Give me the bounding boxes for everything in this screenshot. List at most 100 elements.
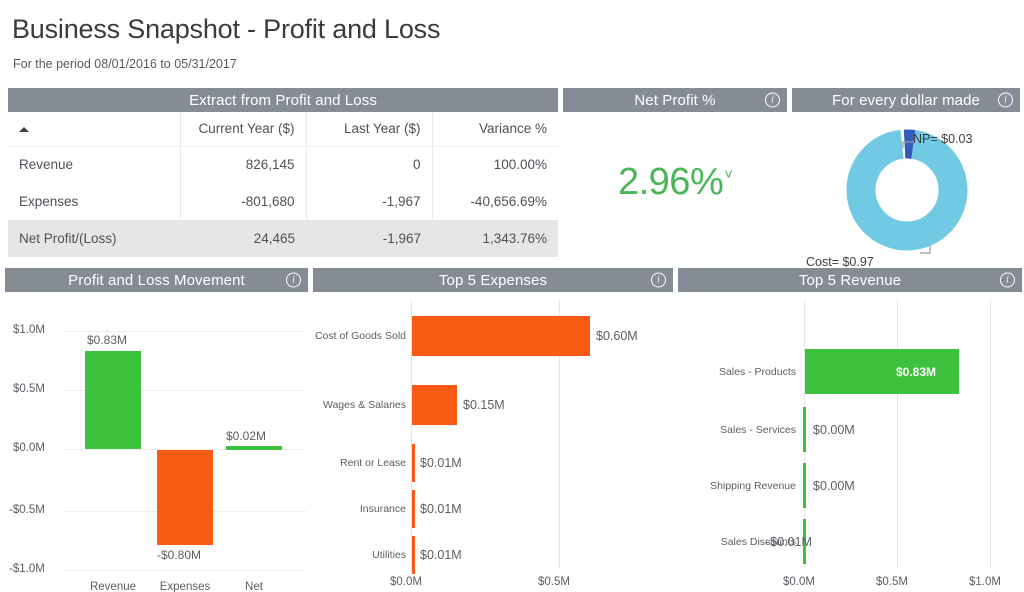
donut-label-np: NP= $0.03 <box>913 132 973 146</box>
bar-data-label: $0.00M <box>813 479 855 493</box>
y-tick-label: -$1.0M <box>9 563 45 575</box>
bar-data-label: $0.60M <box>596 329 638 343</box>
bar-data-label: $0.15M <box>463 398 505 412</box>
cell-last-year: -1,967 <box>306 220 432 257</box>
gridline <box>990 300 991 568</box>
bar-data-label: $0.00M <box>813 423 855 437</box>
top-5-revenue-body: Sales - Products Sales - Services Shippi… <box>678 292 1022 590</box>
x-tick-label: $0.0M <box>390 576 422 588</box>
movement-plot-area[interactable]: $1.0M $0.5M $0.0M -$0.5M -$1.0M $0.83M -… <box>5 292 308 592</box>
bar-revenue[interactable] <box>85 351 141 449</box>
info-icon[interactable]: i <box>998 92 1013 108</box>
table-row-total[interactable]: Net Profit/(Loss) 24,465 -1,967 1,343.76… <box>8 220 558 257</box>
column-header-last-year[interactable]: Last Year ($) <box>305 112 432 147</box>
card-title: Extract from Profit and Loss <box>189 91 377 109</box>
bar-data-label: $0.01M <box>420 548 462 562</box>
cell-last-year: -1,967 <box>305 183 432 220</box>
cell-current-year: -801,680 <box>179 183 306 220</box>
profit-loss-movement-header: Profit and Loss Movement i <box>5 268 308 292</box>
net-profit-percent-card: Net Profit % i 2.96% ˅ <box>563 88 787 252</box>
y-tick-label: $0.0M <box>13 442 45 454</box>
cell-variance: -40,656.69% <box>431 183 558 220</box>
column-header-current-year[interactable]: Current Year ($) <box>179 112 306 147</box>
table-row[interactable]: Expenses -801,680 -1,967 -40,656.69% <box>8 183 558 220</box>
net-profit-percent-body: 2.96% ˅ <box>563 112 787 252</box>
extract-profit-loss-card: Extract from Profit and Loss Current Yea… <box>8 88 558 257</box>
bar-data-label: -$0.80M <box>157 548 202 562</box>
bar-utilities[interactable] <box>412 536 415 574</box>
info-icon[interactable]: i <box>651 272 666 288</box>
top-5-revenue-header: Top 5 Revenue i <box>678 268 1022 292</box>
for-every-dollar-made-body: NP= $0.03 Cost= $0.97 <box>792 112 1020 269</box>
card-title: Top 5 Revenue <box>798 271 902 289</box>
x-tick-label: $0.5M <box>538 576 570 588</box>
row-label: Expenses <box>19 194 79 209</box>
trend-indicator-icon: ˅ <box>724 165 733 183</box>
y-category-label: Wages & Salaries <box>322 399 406 411</box>
donut-chart[interactable] <box>792 112 1020 263</box>
top-5-expenses-card: Top 5 Expenses i Cost of Goods Sold Wage… <box>313 268 673 590</box>
bar-data-label: $0.83M <box>896 365 937 379</box>
profit-loss-movement-card: Profit and Loss Movement i $1.0M $0.5M $… <box>5 268 308 592</box>
bar-data-label: $0.01M <box>420 456 462 470</box>
info-icon[interactable]: i <box>286 272 301 288</box>
cell-variance: 100.00% <box>431 146 558 183</box>
cell-last-year: 0 <box>305 146 432 183</box>
bar-data-label: $0.02M <box>226 429 267 443</box>
column-header-variance[interactable]: Variance % <box>431 112 558 147</box>
gridline <box>63 331 306 332</box>
y-category-label: Sales - Products <box>718 366 796 378</box>
cell-current-year: 826,145 <box>179 146 306 183</box>
bar-data-label: $0.01M <box>420 502 462 516</box>
profit-loss-movement-body: $1.0M $0.5M $0.0M -$0.5M -$1.0M $0.83M -… <box>5 292 308 592</box>
bar-insurance[interactable] <box>412 490 415 528</box>
net-profit-percent-value: 2.96% <box>617 160 724 203</box>
bar-net-profit[interactable] <box>226 446 282 450</box>
info-icon[interactable]: i <box>1000 272 1015 288</box>
extract-profit-loss-body: Current Year ($) Last Year ($) Variance … <box>8 112 558 257</box>
sort-ascending-icon[interactable] <box>19 127 29 133</box>
x-category-label: Net Profit/(Loss) <box>245 581 263 592</box>
bar-shipping-revenue[interactable] <box>803 463 806 508</box>
cell-current-year: 24,465 <box>180 220 306 257</box>
info-icon[interactable]: i <box>765 92 780 108</box>
top-5-expenses-header: Top 5 Expenses i <box>313 268 673 292</box>
gridline <box>63 570 306 571</box>
bar-expenses[interactable] <box>157 450 213 545</box>
card-title: For every dollar made <box>832 91 980 109</box>
page-title: Business Snapshot - Profit and Loss <box>12 14 441 44</box>
card-title: Top 5 Expenses <box>438 271 548 289</box>
bar-data-label: $0.83M <box>87 333 128 347</box>
top-5-revenue-card: Top 5 Revenue i Sales - Products Sales -… <box>678 268 1022 590</box>
bar-sales-services[interactable] <box>803 407 806 452</box>
bar-rent-or-lease[interactable] <box>412 444 415 482</box>
for-every-dollar-made-card: For every dollar made i NP= $0.03 Cost= … <box>792 88 1020 269</box>
gridline <box>897 300 898 568</box>
y-tick-label: $1.0M <box>13 324 45 336</box>
expenses-plot-area[interactable]: Cost of Goods Sold Wages & Salaries Rent… <box>313 292 673 590</box>
donut-label-cost: Cost= $0.97 <box>806 255 874 269</box>
top-5-expenses-body: Cost of Goods Sold Wages & Salaries Rent… <box>313 292 673 590</box>
table-header-row: Current Year ($) Last Year ($) Variance … <box>8 112 558 147</box>
card-title: Net Profit % <box>634 91 716 109</box>
y-category-label: Rent or Lease <box>340 457 406 469</box>
bar-cost-of-goods-sold[interactable] <box>412 316 590 356</box>
column-header-account[interactable] <box>8 112 180 147</box>
revenue-plot-area[interactable]: Sales - Products Sales - Services Shippi… <box>678 292 1022 590</box>
extract-profit-loss-header: Extract from Profit and Loss <box>8 88 558 112</box>
profit-loss-table: Current Year ($) Last Year ($) Variance … <box>8 112 558 257</box>
table-row[interactable]: Revenue 826,145 0 100.00% <box>8 146 558 183</box>
row-label: Revenue <box>19 157 74 173</box>
card-title: Profit and Loss Movement <box>68 271 245 289</box>
dashboard-page: Business Snapshot - Profit and Loss For … <box>0 0 1024 592</box>
bar-data-label: -$0.01M <box>766 535 812 549</box>
x-tick-label: $1.0M <box>969 576 1001 588</box>
y-category-label: Insurance <box>359 503 406 515</box>
bar-wages-and-salaries[interactable] <box>412 385 457 425</box>
y-category-label: Shipping Revenue <box>710 480 796 492</box>
net-profit-percent-header: Net Profit % i <box>563 88 787 112</box>
y-tick-label: $0.5M <box>13 383 45 395</box>
cell-variance: 1,343.76% <box>432 220 558 257</box>
y-category-label: Sales - Services <box>720 424 796 436</box>
for-every-dollar-made-header: For every dollar made i <box>792 88 1020 112</box>
